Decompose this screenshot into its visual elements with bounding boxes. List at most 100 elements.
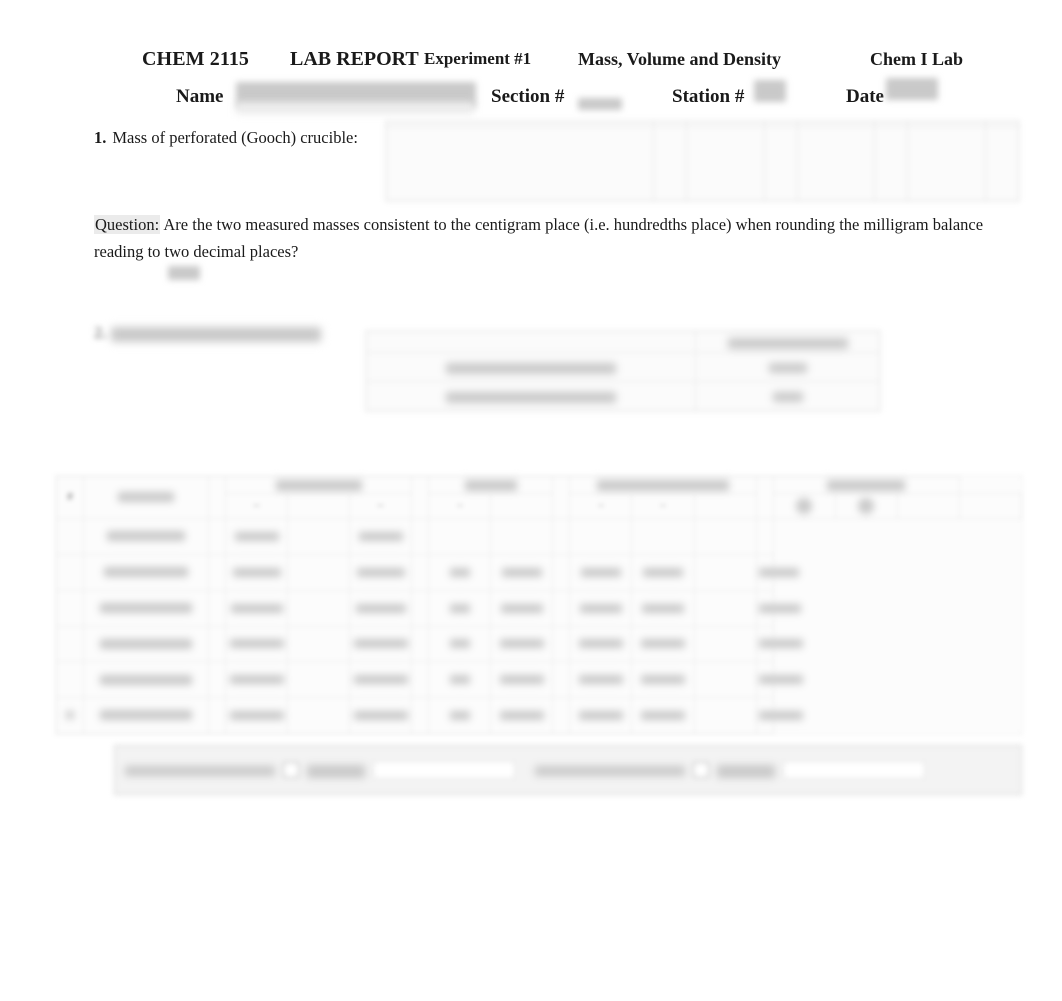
t3-liquid-redaction — [118, 492, 174, 503]
t3-cell[interactable] — [490, 554, 554, 591]
t3-cell[interactable] — [428, 518, 492, 556]
t3-cell[interactable] — [224, 661, 289, 699]
t3-cell[interactable] — [490, 589, 554, 627]
t3-group3-redaction — [597, 479, 729, 491]
t3-cell[interactable] — [631, 554, 695, 591]
table-row[interactable] — [56, 661, 1022, 699]
t3-cell[interactable] — [569, 554, 633, 591]
footer-text-a — [535, 763, 685, 778]
t3-cell[interactable] — [631, 625, 695, 663]
t3-sub-header — [631, 492, 695, 520]
t3-sub-header — [834, 492, 898, 520]
footer-text-b — [717, 762, 775, 778]
t3-cell[interactable] — [224, 589, 289, 627]
t3-cell[interactable] — [287, 625, 351, 663]
t3-cell[interactable] — [755, 697, 803, 734]
table2-cell[interactable] — [695, 352, 880, 382]
t3-liquid[interactable] — [83, 554, 209, 591]
t3-cell[interactable] — [490, 697, 554, 734]
t3-cell[interactable] — [287, 661, 351, 699]
t3-cell[interactable] — [490, 518, 554, 556]
t3-cell[interactable] — [490, 661, 554, 699]
checkbox-icon[interactable] — [283, 762, 299, 778]
t3-body — [56, 518, 1022, 734]
t3-cell[interactable] — [490, 625, 554, 663]
t3-cell[interactable] — [349, 661, 413, 699]
t3-cell[interactable] — [349, 625, 413, 663]
t3-cell[interactable] — [755, 554, 799, 591]
checkbox-icon[interactable] — [693, 762, 709, 778]
t3-cell[interactable] — [428, 661, 492, 699]
t3-cell[interactable] — [224, 518, 289, 556]
t3-cell[interactable] — [349, 554, 413, 591]
section-field[interactable] — [578, 98, 622, 110]
t3-group-header-4 — [772, 476, 960, 494]
footer-input-1[interactable] — [373, 761, 515, 779]
t3-cell[interactable] — [569, 661, 633, 699]
t3-cell[interactable] — [755, 589, 801, 627]
t3-liquid[interactable] — [83, 625, 209, 663]
t3-cell[interactable] — [349, 518, 413, 556]
footer-group-1[interactable] — [115, 761, 525, 779]
station-field[interactable] — [754, 80, 786, 102]
table-row[interactable] — [386, 126, 1019, 201]
t3-liquid[interactable] — [83, 697, 209, 734]
footer-signature-bar[interactable] — [114, 745, 1022, 795]
t3-cell[interactable] — [287, 554, 351, 591]
t3-cell[interactable] — [569, 625, 633, 663]
t3-cell[interactable] — [428, 625, 492, 663]
crucible-mass-table[interactable] — [386, 121, 1019, 201]
t3-cell[interactable] — [224, 625, 289, 663]
t3-cell[interactable] — [631, 661, 695, 699]
t3-cell[interactable] — [631, 589, 695, 627]
fraction-icon — [377, 495, 384, 517]
question-answer-field[interactable] — [168, 266, 200, 280]
table1-cell[interactable] — [907, 126, 986, 201]
course-name: Chem I Lab — [870, 48, 964, 69]
t3-cell[interactable] — [349, 589, 413, 627]
table-row[interactable] — [56, 589, 1022, 627]
table-row[interactable] — [366, 381, 880, 411]
t3-cell[interactable] — [631, 518, 695, 556]
t3-cell[interactable] — [631, 697, 695, 734]
t3-cell[interactable] — [428, 589, 492, 627]
table-row[interactable] — [56, 518, 1022, 556]
date-field[interactable] — [886, 78, 938, 100]
table1-cell[interactable] — [796, 126, 876, 201]
t3-liquid[interactable] — [83, 518, 209, 556]
t3-liquid[interactable] — [83, 661, 209, 699]
t3-cell[interactable] — [224, 697, 289, 734]
density-data-table[interactable]: # — [56, 475, 1023, 734]
footer-input-2[interactable] — [783, 761, 925, 779]
table2-col-header — [695, 331, 880, 353]
t3-cell[interactable] — [569, 697, 633, 734]
table-row[interactable] — [56, 554, 1022, 591]
table-row[interactable] — [366, 352, 880, 382]
table1-cell[interactable] — [686, 126, 765, 201]
item-2-redaction — [110, 326, 321, 342]
t3-cell[interactable] — [569, 589, 633, 627]
table2-label-redaction — [446, 391, 616, 403]
delta-icon — [858, 498, 875, 515]
table2-value-redaction — [772, 392, 803, 403]
t3-cell[interactable] — [287, 518, 351, 556]
t3-cell[interactable] — [287, 589, 351, 627]
t3-cell[interactable] — [224, 554, 289, 591]
t3-cell[interactable] — [349, 697, 413, 734]
table2-value-redaction — [768, 363, 807, 374]
t3-cell[interactable] — [287, 697, 351, 734]
t3-cell[interactable] — [755, 625, 803, 663]
t3-cell[interactable] — [428, 697, 492, 734]
footer-group-2[interactable] — [525, 761, 935, 779]
t3-rownum — [56, 625, 84, 663]
table-row[interactable] — [56, 625, 1022, 663]
t3-liquid[interactable] — [83, 589, 209, 627]
t3-cell[interactable] — [755, 661, 803, 699]
volume-measurement-table[interactable] — [366, 331, 880, 411]
t3-cell[interactable] — [569, 518, 633, 556]
table2-cell[interactable] — [695, 381, 880, 411]
course-code: CHEM 2115 — [142, 47, 250, 70]
t3-cell[interactable] — [755, 518, 774, 556]
table-row[interactable] — [56, 697, 1022, 734]
t3-cell[interactable] — [428, 554, 492, 591]
